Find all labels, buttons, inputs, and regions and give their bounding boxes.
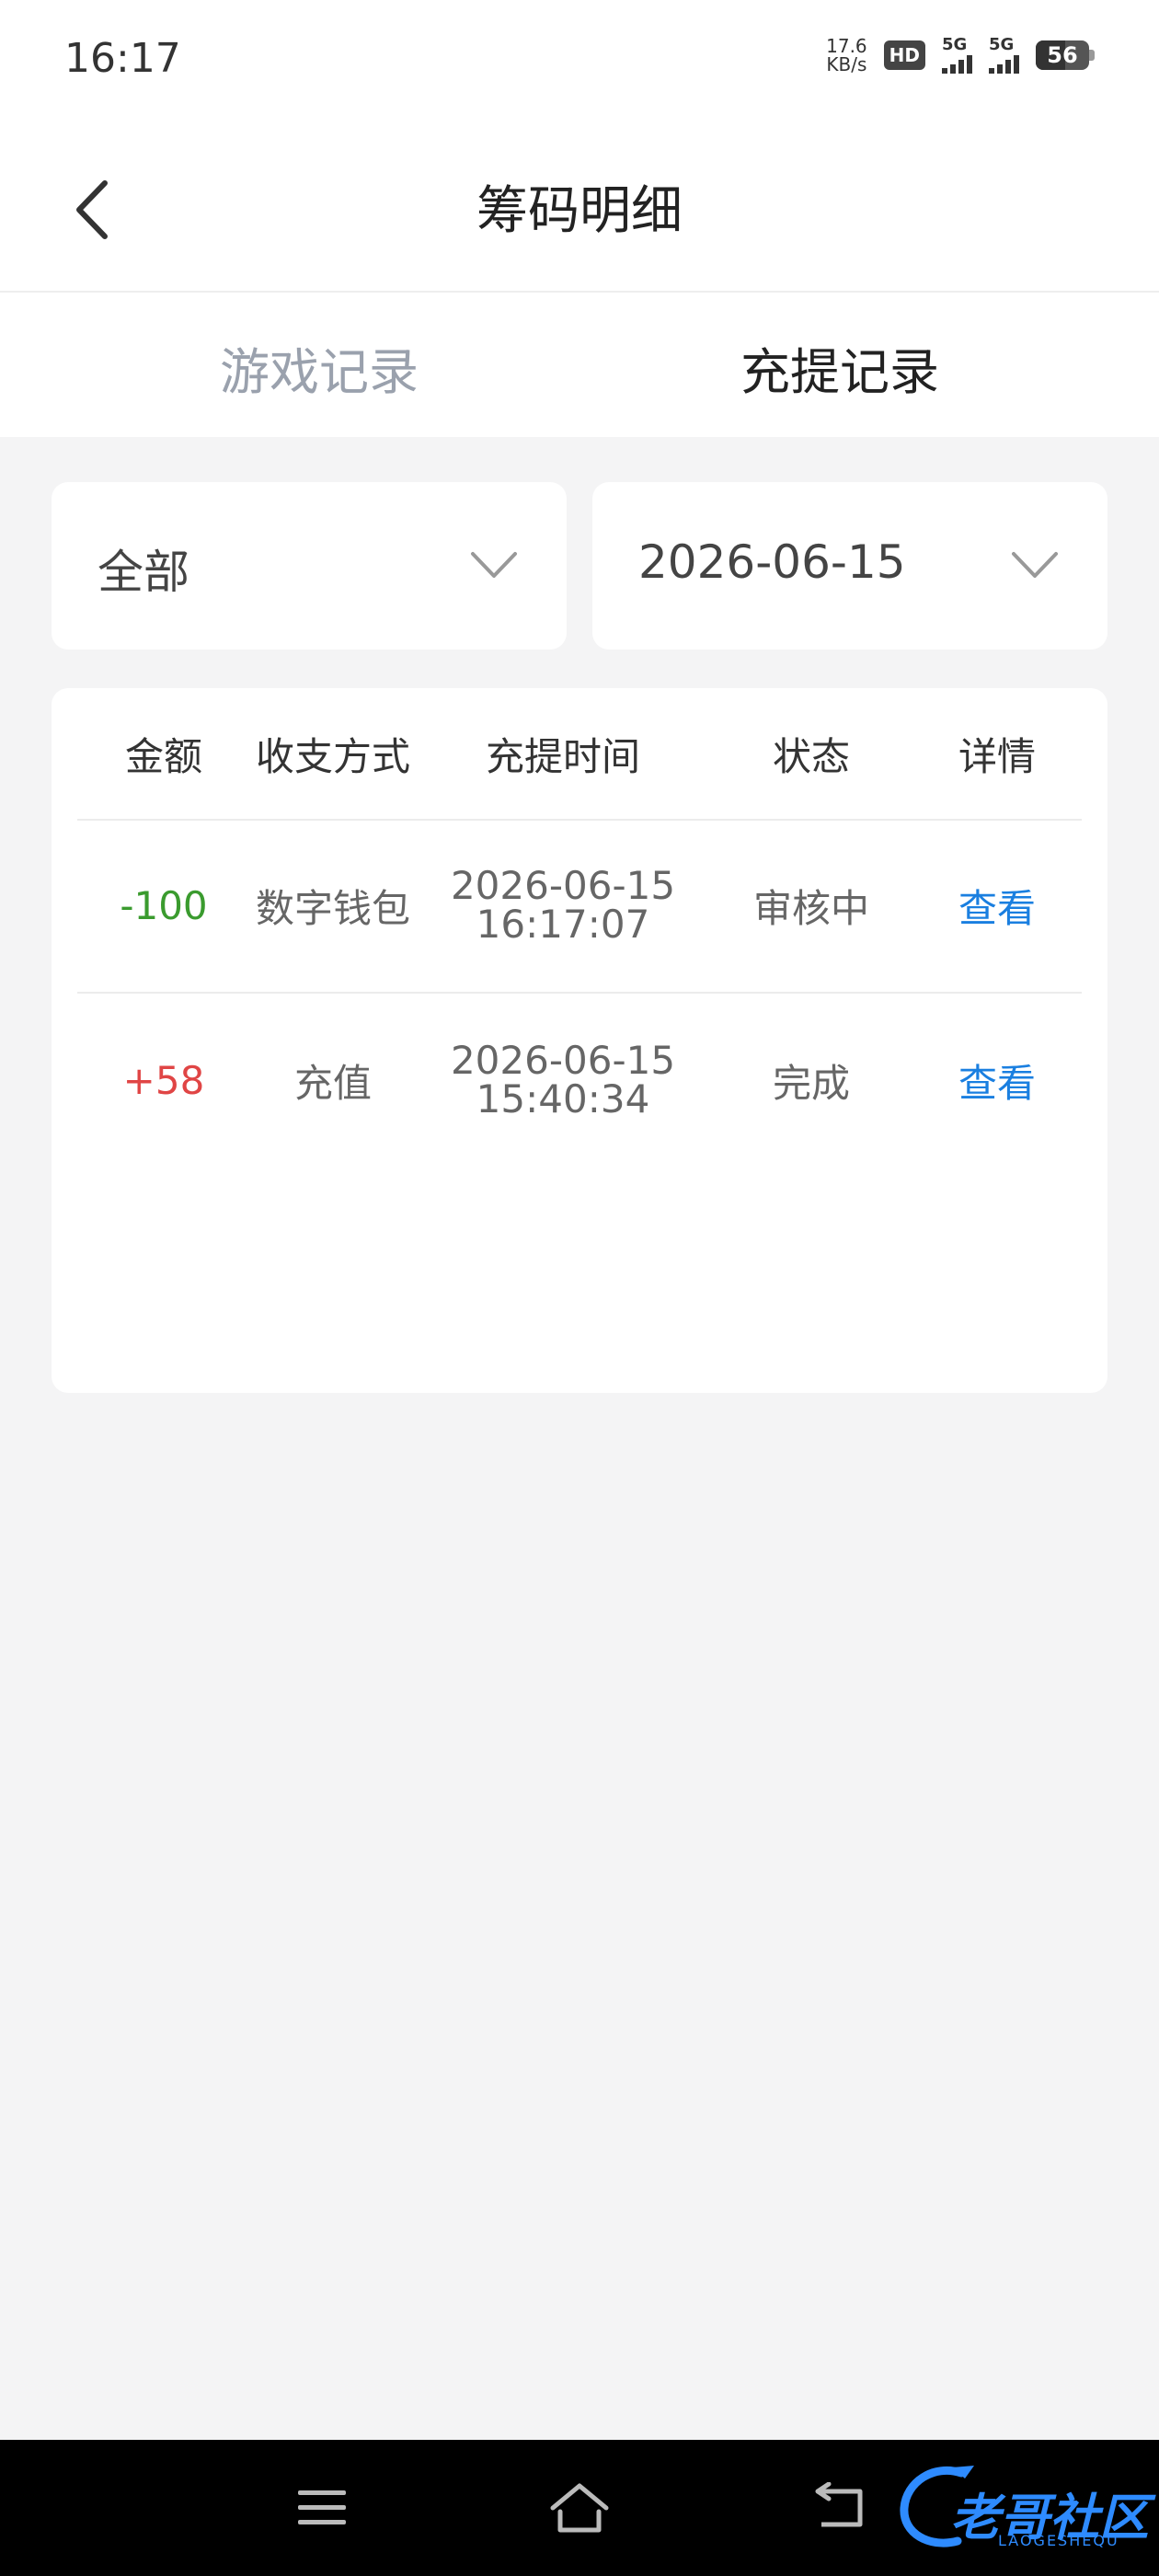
row-time: 2026-06-15 15:40:34 xyxy=(416,994,710,1167)
tab-game-records[interactable]: 游戏记录 xyxy=(89,331,549,404)
row-time: 2026-06-15 16:17:07 xyxy=(416,819,710,992)
column-header-time: 充提时间 xyxy=(485,733,640,779)
table-row: +58 充值 2026-06-15 15:40:34 完成 查看 xyxy=(77,994,1082,1167)
row-status: 完成 xyxy=(772,1060,850,1106)
row-status: 审核中 xyxy=(752,885,869,931)
tab-recharge-records[interactable]: 充提记录 xyxy=(610,331,1070,404)
type-filter-dropdown[interactable]: 全部 xyxy=(52,482,567,650)
signal-icon: 5G xyxy=(989,37,1019,74)
column-header-detail: 详情 xyxy=(958,733,1036,779)
row-date: 2026-06-15 xyxy=(450,1038,676,1083)
row-amount: -100 xyxy=(120,882,208,928)
system-nav-bar: 老哥社区 LAOGESHEQU xyxy=(0,2440,1159,2576)
column-header-method: 收支方式 xyxy=(255,733,410,779)
row-amount: +58 xyxy=(122,1057,205,1103)
view-detail-link[interactable]: 查看 xyxy=(912,994,1082,1167)
chevron-down-icon xyxy=(471,552,517,578)
status-time: 16:17 xyxy=(64,35,181,82)
row-date: 2026-06-15 xyxy=(450,863,676,908)
date-filter-dropdown[interactable]: 2026-06-15 xyxy=(592,482,1107,650)
signal-icon: 5G xyxy=(942,37,972,74)
column-header-amount: 金额 xyxy=(124,733,202,779)
watermark-logo: 老哥社区 LAOGESHEQU xyxy=(897,2460,1149,2561)
hd-icon: HD xyxy=(883,40,925,70)
nav-home-button[interactable] xyxy=(538,2471,621,2545)
menu-icon xyxy=(298,2490,346,2524)
date-filter-value: 2026-06-15 xyxy=(638,535,906,589)
nav-back-button[interactable] xyxy=(797,2471,879,2545)
records-table: 金额 收支方式 充提时间 状态 详情 -100 数字钱包 2026-06-15 … xyxy=(52,688,1107,1393)
table-row: -100 数字钱包 2026-06-15 16:17:07 审核中 查看 xyxy=(77,819,1082,994)
view-detail-link[interactable]: 查看 xyxy=(912,819,1082,992)
table-header: 金额 收支方式 充提时间 状态 详情 xyxy=(77,688,1082,821)
column-header-status: 状态 xyxy=(772,733,850,779)
back-icon xyxy=(815,2482,863,2527)
nav-menu-button[interactable] xyxy=(281,2471,363,2545)
type-filter-value: 全部 xyxy=(98,546,189,599)
row-method: 数字钱包 xyxy=(255,885,410,931)
page-title: 筹码明细 xyxy=(476,181,683,241)
status-icons: 17.6 KB/s HD 5G 5G 56 xyxy=(826,37,1095,74)
status-bar: 16:17 17.6 KB/s HD 5G 5G 56 xyxy=(0,0,1159,129)
tab-bar: 游戏记录 充提记录 xyxy=(0,293,1159,437)
home-icon xyxy=(550,2483,609,2533)
battery-icon: 56 xyxy=(1036,40,1095,70)
row-clock: 15:40:34 xyxy=(476,1076,650,1121)
app-header: 筹码明细 xyxy=(0,129,1159,293)
net-speed: 17.6 KB/s xyxy=(826,35,867,75)
chevron-down-icon xyxy=(1012,552,1058,578)
row-method: 充值 xyxy=(293,1060,372,1106)
row-clock: 16:17:07 xyxy=(476,902,650,947)
watermark-subtext: LAOGESHEQU xyxy=(998,2532,1119,2549)
